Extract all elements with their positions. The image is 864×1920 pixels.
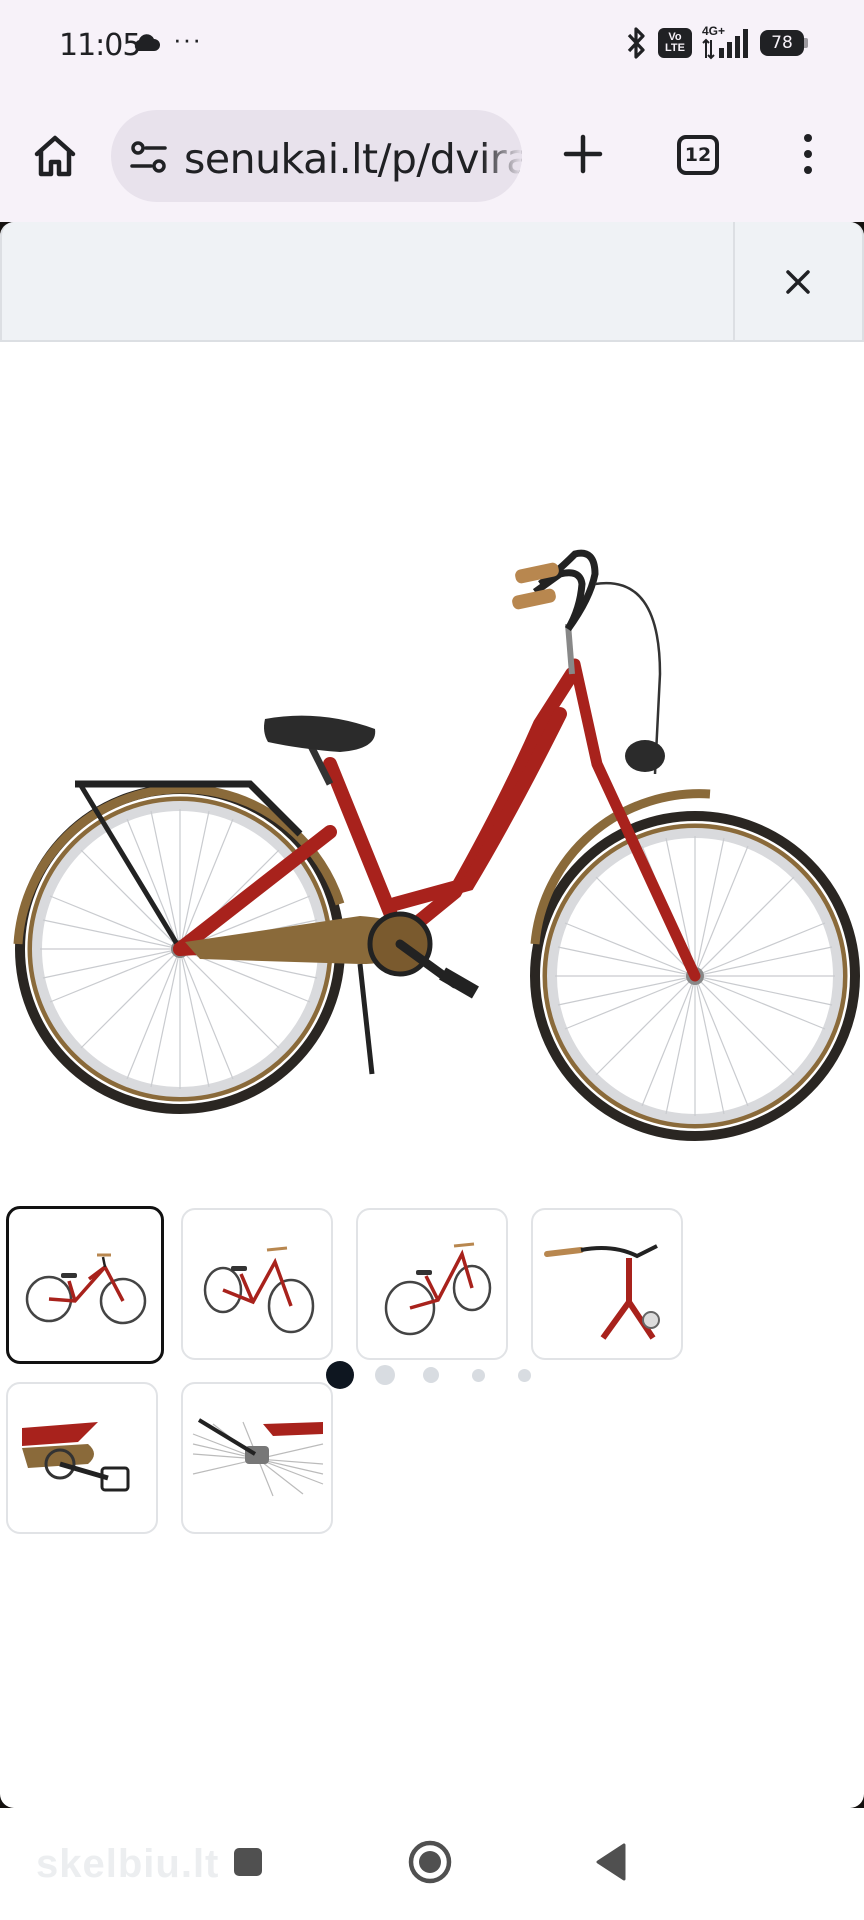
main-product-image[interactable] xyxy=(0,344,864,1284)
thumbnail-1[interactable] xyxy=(6,1206,164,1364)
thumbnail-2[interactable] xyxy=(181,1208,333,1360)
thumbnail-image xyxy=(22,1422,130,1492)
thumbnail-image xyxy=(544,1244,660,1340)
thumbnail-image xyxy=(203,1246,315,1334)
header-divider xyxy=(733,222,735,342)
carousel-dot-3[interactable] xyxy=(423,1367,439,1383)
thumbnail-6[interactable] xyxy=(181,1382,333,1534)
carousel-dot-5[interactable] xyxy=(518,1369,531,1382)
browser-toolbar: senukai.lt/p/dvira 12 xyxy=(0,86,864,222)
tab-count: 12 xyxy=(684,144,712,166)
thumbnail-4[interactable] xyxy=(531,1208,683,1360)
carousel-dot-2[interactable] xyxy=(375,1365,395,1385)
new-tab-icon[interactable] xyxy=(563,134,603,174)
battery-icon: 78 xyxy=(760,30,808,56)
status-time: 11:05 xyxy=(59,28,141,63)
battery-cap xyxy=(804,38,808,48)
home-icon[interactable] xyxy=(31,132,79,180)
thumbnail-5[interactable] xyxy=(6,1382,158,1534)
image-gallery-modal xyxy=(0,222,864,1808)
thumbnail-3[interactable] xyxy=(356,1208,508,1360)
close-icon[interactable] xyxy=(780,264,816,300)
gallery-header xyxy=(0,222,864,342)
cloud-icon xyxy=(134,34,160,51)
watermark: skelbiu.lt xyxy=(36,1842,220,1886)
bluetooth-icon xyxy=(627,27,645,59)
volte-icon: Vo LTE xyxy=(658,28,692,58)
thumbnail-image xyxy=(192,1418,324,1497)
thumbnail-image xyxy=(25,1253,147,1325)
url-fade xyxy=(482,110,522,202)
thumbnail-image xyxy=(384,1242,492,1336)
signal-icon: 4G+ xyxy=(702,24,750,60)
status-more-indicator: ··· xyxy=(173,24,202,54)
menu-icon[interactable] xyxy=(798,134,818,174)
recents-icon[interactable] xyxy=(230,1844,266,1880)
url-text[interactable]: senukai.lt/p/dvira xyxy=(184,135,522,183)
carousel-dot-4[interactable] xyxy=(472,1369,485,1382)
battery-level: 78 xyxy=(760,30,804,56)
status-bar: 11:05 ··· Vo LTE 4G+ 78 xyxy=(0,0,864,86)
system-nav-bar: skelbiu.lt xyxy=(0,1808,864,1920)
volte-label: Vo LTE xyxy=(665,31,685,54)
carousel-dot-1[interactable] xyxy=(326,1361,354,1389)
tabs-button[interactable]: 12 xyxy=(677,135,719,175)
home-circle-icon[interactable] xyxy=(407,1839,453,1885)
site-settings-icon[interactable] xyxy=(129,140,169,174)
address-bar[interactable]: senukai.lt/p/dvira xyxy=(111,110,522,202)
back-icon[interactable] xyxy=(594,1842,630,1882)
